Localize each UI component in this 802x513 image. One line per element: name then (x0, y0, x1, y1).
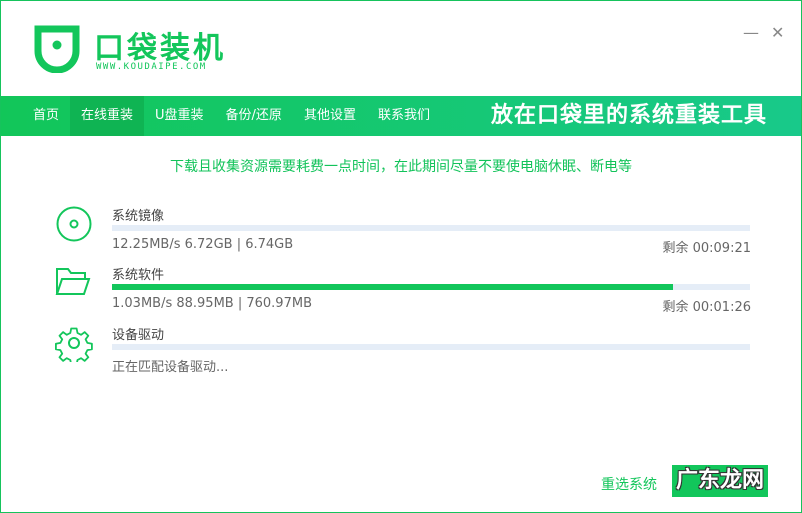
close-button[interactable]: ✕ (771, 23, 784, 42)
watermark-action-button[interactable]: 广东龙网 (672, 465, 768, 497)
logo-shield-icon (34, 25, 80, 73)
gear-icon (55, 327, 93, 362)
progress-bar (112, 284, 750, 290)
app-window: 口袋装机 WWW.KOUDAIPE.COM — ✕ 首页 在线重装 U盘重装 备… (0, 0, 802, 513)
task-info: 正在匹配设备驱动... (112, 360, 229, 375)
nav-online-reinstall[interactable]: 在线重装 (70, 96, 145, 136)
task-name: 系统镜像 (112, 209, 165, 224)
nav-other-settings[interactable]: 其他设置 (293, 96, 367, 136)
progress-bar (112, 344, 750, 350)
folder-icon (55, 268, 91, 295)
nav-usb-reinstall[interactable]: U盘重装 (144, 96, 215, 136)
minimize-button[interactable]: — (743, 23, 759, 42)
disc-icon (56, 206, 92, 242)
task-info: 1.03MB/s 88.95MB | 760.97MB (112, 296, 312, 311)
progress-fill (112, 284, 674, 290)
reselect-system-link[interactable]: 重选系统 (601, 474, 657, 494)
app-title: 口袋装机 (94, 31, 226, 66)
task-name: 系统软件 (112, 268, 165, 283)
task-remaining: 剩余 00:01:26 (662, 300, 751, 315)
notice-text: 下载且收集资源需要耗费一点时间，在此期间尽量不要使电脑休眠、断电等 (170, 159, 632, 175)
nav-bar: 首页 在线重装 U盘重装 备份/还原 其他设置 联系我们 放在口袋里的系统重装工… (1, 96, 801, 136)
nav-home[interactable]: 首页 (22, 96, 70, 136)
task-remaining: 剩余 00:09:21 (662, 241, 751, 256)
nav-backup-restore[interactable]: 备份/还原 (215, 96, 293, 136)
nav-slogan: 放在口袋里的系统重装工具 (490, 103, 767, 128)
nav-contact-us[interactable]: 联系我们 (367, 96, 441, 136)
app-url: WWW.KOUDAIPE.COM (96, 62, 207, 72)
task-info: 12.25MB/s 6.72GB | 6.74GB (112, 237, 294, 252)
task-name: 设备驱动 (112, 328, 165, 343)
progress-bar (112, 225, 750, 231)
